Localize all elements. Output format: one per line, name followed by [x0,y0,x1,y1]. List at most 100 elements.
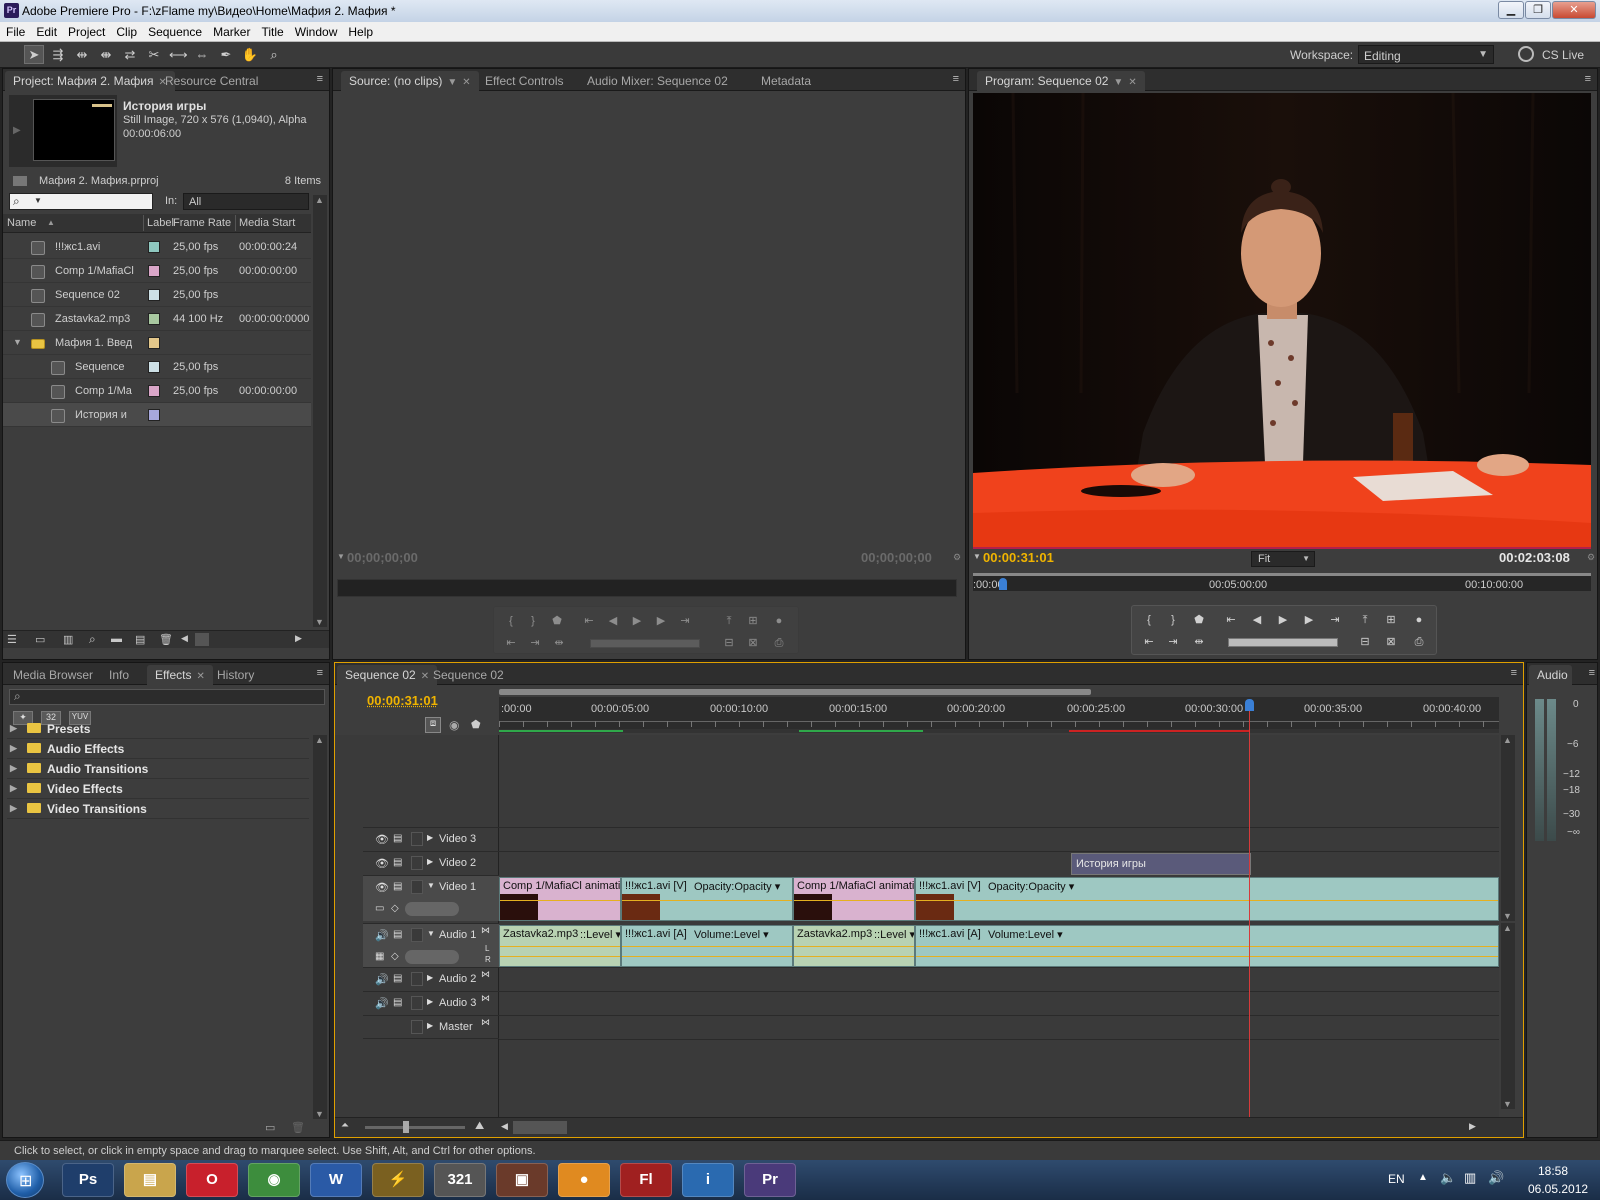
lock-toggle[interactable] [411,996,423,1010]
scroll-left-icon[interactable]: ◀ [181,633,188,644]
mark-out-icon[interactable]: } [524,613,542,629]
lock-toggle[interactable] [411,832,423,846]
effects-folder-audio-effects[interactable]: ▶ Audio Effects [7,739,309,759]
tab-effect-controls[interactable]: Effect Controls [477,71,571,91]
expand-triangle-icon[interactable]: ▶ [427,833,433,842]
zoom-out-icon[interactable]: ⏶ [341,1120,349,1131]
label-color-swatch[interactable] [148,409,160,421]
razor-tool-icon[interactable]: ✂ [144,45,164,64]
tab-audio-mixer[interactable]: Audio Mixer: Sequence 02 [579,71,736,91]
lock-toggle[interactable] [411,856,423,870]
zoom-in-icon[interactable]: ⛰ [475,1120,484,1133]
go-to-next-icon[interactable]: ⇥ [526,635,544,651]
panel-menu-icon[interactable]: ≡ [1585,73,1591,85]
effects-folder-presets[interactable]: ▶ Presets [7,719,309,739]
lock-toggle[interactable] [411,972,423,986]
tab-source[interactable]: Source: (no clips) ▼ ✕ [341,71,479,91]
clip-effect[interactable]: Opacity:Opacity ▾ [694,880,780,893]
rolling-edit-tool-icon[interactable]: ⇼ [96,45,116,64]
keyframe-icon[interactable]: ◇ [391,903,399,914]
output-icon[interactable]: ● [770,613,788,629]
zoom-tool-icon[interactable]: ⌕ [264,45,284,64]
menu-help[interactable]: Help [342,22,378,39]
trim-icon[interactable]: ⊠ [1382,634,1400,650]
project-item-row[interactable]: Comp 1/MafiaCl 25,00 fps 00:00:00:00 [3,259,311,283]
mark-in-icon[interactable]: { [502,613,520,629]
opacity-rubber-band[interactable] [794,900,914,901]
opacity-rubber-band[interactable] [500,900,620,901]
effects-folder-video-transitions[interactable]: ▶ Video Transitions [7,799,309,819]
close-window-button[interactable]: ✕ [1552,1,1596,19]
label-color-swatch[interactable] [148,241,160,253]
scroll-right-icon[interactable]: ▶ [1469,1121,1476,1132]
slip-tool-icon[interactable]: ⟷ [168,45,188,64]
zoom-fit-select[interactable]: Fit ▼ [1251,551,1315,567]
timeline-h-scroll-thumb[interactable] [513,1121,567,1134]
panel-menu-icon[interactable]: ≡ [1589,667,1595,679]
label-color-swatch[interactable] [148,361,160,373]
cs-live-icon[interactable] [1518,46,1534,62]
play-icon[interactable]: ▶ [628,613,646,629]
project-item-row[interactable]: Sequence 02 25,00 fps [3,283,311,307]
opacity-rubber-band[interactable] [622,900,792,901]
volume-rubber-band[interactable] [794,956,914,957]
speaker-tray-icon[interactable]: 🔊 [1488,1170,1504,1186]
sync-lock-icon[interactable]: ⋈ [481,969,490,980]
tab-media-browser[interactable]: Media Browser [5,665,101,685]
step-forward-icon[interactable]: ▶ [1300,612,1318,628]
scroll-up-icon[interactable]: ▲ [1503,735,1512,745]
label-color-swatch[interactable] [148,385,160,397]
taskbar-flash-icon[interactable]: Fl [620,1163,672,1197]
clip-effect[interactable]: Volume:Level ▾ [694,928,769,941]
panel-menu-icon[interactable]: ≡ [317,73,323,85]
taskbar-word-icon[interactable]: W [310,1163,362,1197]
volume-rubber-band[interactable] [500,956,620,957]
source-timecode-in[interactable]: 00;00;00;00 [347,550,418,565]
slide-tool-icon[interactable]: ⇔ [192,45,212,64]
clip-effect[interactable]: Volume:Level ▾ [988,928,1063,941]
play-icon[interactable]: ▶ [1274,612,1292,628]
keyframe-navigator[interactable] [405,950,459,964]
play-poster-icon[interactable]: ▶ [13,125,21,136]
go-to-prev-icon[interactable]: ⇤ [502,635,520,651]
filmstrip-icon[interactable]: ▤ [393,881,402,892]
column-name[interactable]: Name [7,217,36,229]
speaker-icon[interactable]: 🔊 [375,973,389,986]
overlay-icon[interactable]: ⊞ [744,613,762,629]
timeline-playhead-handle[interactable] [1245,699,1254,711]
tab-info[interactable]: Info [101,665,137,685]
filmstrip-icon[interactable]: ▤ [393,929,402,940]
scroll-up-icon[interactable]: ▲ [315,735,324,745]
lift-clip-icon[interactable]: ⊟ [1356,634,1374,650]
volume-rubber-band[interactable] [916,956,1498,957]
new-custom-bin-icon[interactable]: ▭ [265,1121,275,1134]
taskbar-explorer-icon[interactable]: ▤ [124,1163,176,1197]
video-1-clip[interactable]: Comp 1/MafiaCl animatio [499,877,621,921]
waveform-icon[interactable]: ▦ [375,951,384,962]
audio-1-clip[interactable]: !!!жс1.avi [A] Volume:Level ▾ [915,925,1499,967]
video-1-clip[interactable]: Comp 1/MafiaCl animatio [793,877,915,921]
timeline-timecode[interactable]: 00:00:31:01 [367,693,438,708]
go-to-next-edit-icon[interactable]: ⇥ [1164,634,1182,650]
audio-1-clip[interactable]: !!!жс1.avi [A] Volume:Level ▾ [621,925,793,967]
expand-triangle-icon[interactable]: ▶ [427,1021,433,1030]
video-tracks-scrollbar[interactable]: ▲ ▼ [1501,735,1515,921]
play-in-to-out-icon[interactable]: ⇹ [550,635,568,651]
rate-stretch-tool-icon[interactable]: ⇄ [120,45,140,64]
column-media-start[interactable]: Media Start [239,217,295,229]
taskbar-info-app-icon[interactable]: i [682,1163,734,1197]
effects-search-input[interactable]: ⌕ [9,689,325,705]
taskbar-winamp-icon[interactable]: ⚡ [372,1163,424,1197]
project-scrollbar[interactable]: ▲ ▼ [313,195,327,627]
wrench-icon[interactable]: ⚙ [1587,552,1595,563]
program-time-ruler[interactable]: :00:00 00:05:00:00 00:10:00:00 [973,573,1591,591]
project-item-row[interactable]: Zastavka2.mp3 44 100 Hz 00:00:00:0000 [3,307,311,331]
filmstrip-icon[interactable]: ▤ [393,997,402,1008]
expand-triangle-icon[interactable]: ▶ [427,973,433,982]
workspace-select[interactable]: Editing ▼ [1358,45,1494,64]
insert-icon[interactable]: ⤒ [720,613,738,629]
snap-icon[interactable]: ⧈ [425,717,441,733]
clock-time[interactable]: 18:58 [1538,1164,1568,1178]
network-icon[interactable]: ▥ [1464,1170,1476,1186]
scroll-down-icon[interactable]: ▼ [1503,1099,1512,1109]
